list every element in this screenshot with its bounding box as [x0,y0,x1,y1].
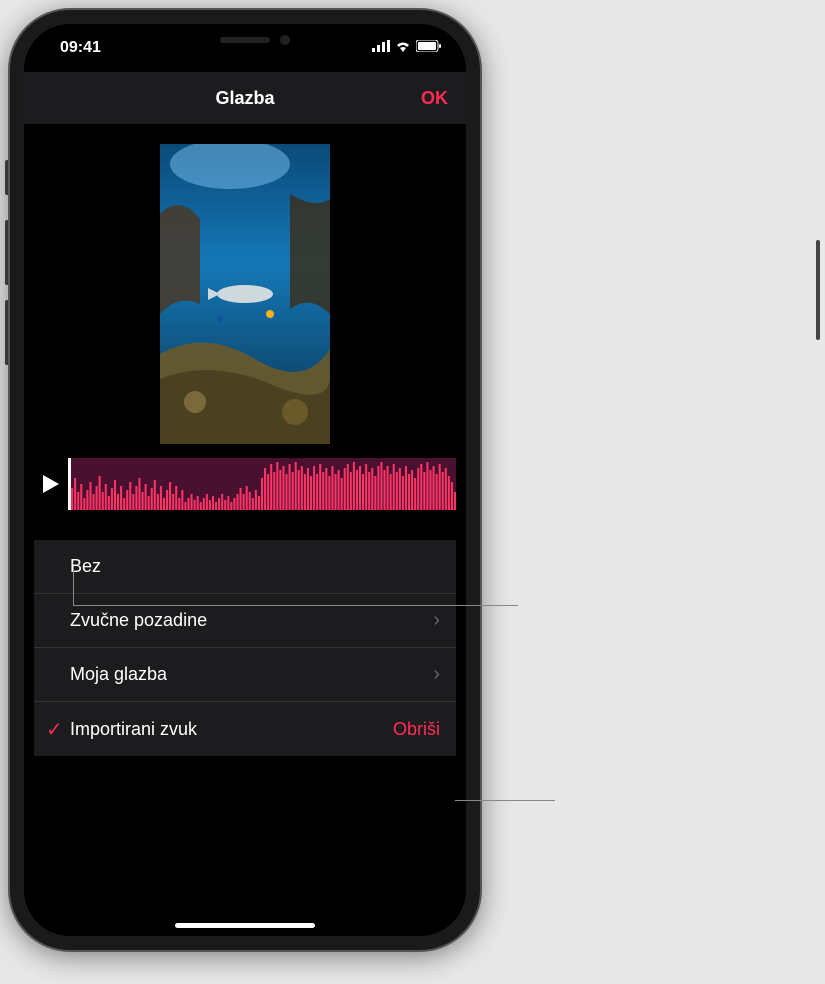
video-thumbnail[interactable] [160,144,330,444]
option-label: Bez [50,556,440,577]
music-options-list: Bez Zvučne pozadine › Moja glazba › ✓ Im… [34,540,456,756]
playhead[interactable] [68,458,71,510]
option-none[interactable]: Bez [34,540,456,594]
ok-button[interactable]: OK [421,88,448,109]
video-preview [24,124,466,458]
content-area: Bez Zvučne pozadine › Moja glazba › ✓ Im… [24,124,466,756]
option-imported-audio[interactable]: ✓ Importirani zvuk Obriši [34,702,456,756]
option-label: Importirani zvuk [70,719,393,740]
chevron-right-icon: › [433,663,440,686]
screen: 09:41 Glazba OK [24,24,466,936]
battery-icon [416,39,442,57]
home-indicator[interactable] [175,923,315,928]
play-button[interactable] [34,458,68,510]
status-icons [372,39,442,57]
play-icon [43,475,59,493]
delete-button[interactable]: Obriši [393,719,440,740]
status-time: 09:41 [48,39,101,57]
waveform-row [24,458,466,510]
checkmark-icon: ✓ [46,717,70,742]
phone-frame: 09:41 Glazba OK [10,10,480,950]
option-label: Zvučne pozadine [50,610,433,631]
option-soundtracks[interactable]: Zvučne pozadine › [34,594,456,648]
audio-waveform[interactable] [68,458,456,510]
notch [140,24,350,56]
page-title: Glazba [24,88,466,109]
chevron-right-icon: › [433,609,440,632]
cellular-icon [372,39,390,57]
option-my-music[interactable]: Moja glazba › [34,648,456,702]
option-label: Moja glazba [50,664,433,685]
nav-bar: Glazba OK [24,72,466,124]
wifi-icon [394,39,412,57]
